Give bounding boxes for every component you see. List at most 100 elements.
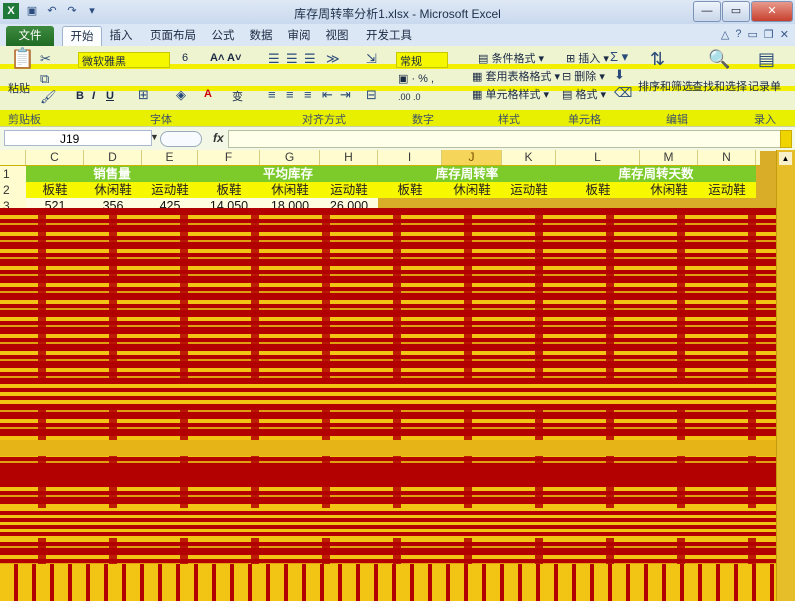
name-box[interactable]: J19 xyxy=(4,130,152,146)
minimize-ribbon-icon[interactable]: △ xyxy=(721,28,729,41)
cell-l2[interactable]: 板鞋 xyxy=(556,182,640,198)
cut-icon[interactable]: ✂ xyxy=(40,52,51,66)
insert-cells-button[interactable]: ⊞ 插入 ▾ xyxy=(566,50,609,66)
font-size-box[interactable]: 6 xyxy=(182,52,188,64)
paste-label[interactable]: 粘贴 xyxy=(8,80,30,96)
record-form-icon[interactable]: ▤ xyxy=(758,50,775,68)
fill-icon[interactable]: ⬇ xyxy=(614,68,625,82)
cell-j2[interactable]: 休闲鞋 xyxy=(442,182,502,198)
clear-icon[interactable]: ⌫ xyxy=(614,86,632,100)
font-name-box[interactable]: 微软雅黑 xyxy=(78,52,170,68)
maximize-button[interactable]: ▭ xyxy=(722,1,750,22)
cell-m2[interactable]: 休闲鞋 xyxy=(640,182,698,198)
cell-style-button[interactable]: ▦ 单元格样式 ▾ xyxy=(472,86,549,102)
tab-page-layout[interactable]: 页面布局 xyxy=(144,26,202,46)
expand-formula-bar-icon[interactable] xyxy=(780,130,792,148)
wrap-text-icon[interactable]: ⇲ xyxy=(366,52,377,66)
cell-c2[interactable]: 板鞋 xyxy=(26,182,84,198)
vertical-scrollbar[interactable]: ▲ xyxy=(776,150,795,601)
column-header-g[interactable]: G xyxy=(260,150,320,165)
align-right-icon[interactable]: ≡ xyxy=(304,88,312,102)
help-icon[interactable]: ? xyxy=(735,28,741,41)
window-restore-icon[interactable]: ❐ xyxy=(764,28,774,41)
tab-home[interactable]: 开始 xyxy=(62,26,102,47)
header-turnover-days[interactable]: 库存周转天数 xyxy=(556,166,756,182)
column-header-j[interactable]: J xyxy=(442,150,502,165)
window-close-icon[interactable]: ✕ xyxy=(780,28,789,41)
underline-button[interactable]: U xyxy=(106,90,114,102)
tab-insert[interactable]: 插入 xyxy=(104,26,138,46)
row-header-1[interactable]: 1 xyxy=(0,166,26,182)
minimize-button[interactable]: — xyxy=(693,1,721,22)
borders-icon[interactable]: ⊞ xyxy=(138,88,149,102)
close-button[interactable]: ✕ xyxy=(751,1,793,22)
orientation-icon[interactable]: ≫ xyxy=(326,52,340,66)
column-header-d[interactable]: D xyxy=(84,150,142,165)
conditional-format-button[interactable]: ▤ 条件格式 ▾ xyxy=(478,50,544,66)
format-cells-button[interactable]: ▤ 格式 ▾ xyxy=(562,86,606,102)
align-left-icon[interactable]: ≡ xyxy=(268,88,276,102)
number-format-box[interactable]: 常规 xyxy=(396,52,448,68)
copy-icon[interactable]: ⧉ xyxy=(40,72,49,86)
italic-button[interactable]: I xyxy=(92,90,95,102)
cell-f2[interactable]: 板鞋 xyxy=(198,182,260,198)
align-top-icon[interactable]: ☰ xyxy=(268,52,280,66)
column-header-n[interactable]: N xyxy=(698,150,756,165)
tab-review[interactable]: 审阅 xyxy=(282,26,316,46)
tab-formulas[interactable]: 公式 xyxy=(206,26,240,46)
header-inventory-turnover[interactable]: 库存周转率 xyxy=(378,166,556,182)
row-header-2[interactable]: 2 xyxy=(0,182,26,198)
cell-i2[interactable]: 板鞋 xyxy=(378,182,442,198)
font-color-icon[interactable]: A xyxy=(204,88,212,100)
align-center-icon[interactable]: ≡ xyxy=(286,88,294,102)
column-header-e[interactable]: E xyxy=(142,150,198,165)
insert-function-icon[interactable]: fx xyxy=(213,131,224,145)
autosum-icon[interactable]: Σ ▾ xyxy=(610,50,628,64)
format-painter-icon[interactable]: 🖌 xyxy=(40,90,57,104)
paste-icon[interactable]: 📋 xyxy=(10,49,35,69)
table-format-button[interactable]: ▦ 套用表格格式 ▾ xyxy=(472,68,560,84)
column-header-c[interactable]: C xyxy=(26,150,84,165)
tab-developer[interactable]: 开发工具 xyxy=(362,26,416,46)
percent-style-icon[interactable]: ▣ · % , xyxy=(398,72,434,85)
bold-button[interactable]: B xyxy=(76,90,84,102)
select-all-corner[interactable] xyxy=(0,150,26,165)
name-box-dropdown-icon[interactable]: ▼ xyxy=(150,132,159,142)
cell-k2[interactable]: 运动鞋 xyxy=(502,182,556,198)
column-header-m[interactable]: M xyxy=(640,150,698,165)
grow-font-icon[interactable]: A˄ A˅ xyxy=(210,52,241,64)
column-header-i[interactable]: I xyxy=(378,150,442,165)
column-header-k[interactable]: K xyxy=(502,150,556,165)
cell-g2[interactable]: 休闲鞋 xyxy=(260,182,320,198)
phonetic-icon[interactable]: 变 xyxy=(232,88,243,104)
column-header-f[interactable]: F xyxy=(198,150,260,165)
cell-d2[interactable]: 休闲鞋 xyxy=(84,182,142,198)
record-form-label[interactable]: 记录单 xyxy=(748,78,781,94)
cell-n2[interactable]: 运动鞋 xyxy=(698,182,756,198)
column-header-l[interactable]: L xyxy=(556,150,640,165)
find-select-label[interactable]: 查找和选择 xyxy=(692,78,747,94)
tab-file[interactable]: 文件 xyxy=(6,26,54,46)
sort-filter-icon[interactable]: ⇅ xyxy=(650,50,665,68)
sort-filter-label[interactable]: 排序和筛选 xyxy=(638,78,693,94)
header-average-inventory[interactable]: 平均库存 xyxy=(198,166,378,182)
increase-indent-icon[interactable]: ⇥ xyxy=(340,88,351,102)
find-select-icon[interactable]: 🔍 xyxy=(708,50,730,68)
cell-h2[interactable]: 运动鞋 xyxy=(320,182,378,198)
tab-view[interactable]: 视图 xyxy=(320,26,354,46)
cell-e2[interactable]: 运动鞋 xyxy=(142,182,198,198)
decrease-indent-icon[interactable]: ⇤ xyxy=(322,88,333,102)
corrupted-render-area xyxy=(0,208,777,601)
column-header-h[interactable]: H xyxy=(320,150,378,165)
align-middle-icon[interactable]: ☰ xyxy=(286,52,298,66)
tab-data[interactable]: 数据 xyxy=(244,26,278,46)
align-bottom-icon[interactable]: ☰ xyxy=(304,52,316,66)
scroll-up-icon[interactable]: ▲ xyxy=(779,152,792,165)
window-minimize-icon[interactable]: ▭ xyxy=(748,28,758,41)
decimal-places-icon[interactable]: .00 .0 xyxy=(398,92,421,102)
header-sales-volume[interactable]: 销售量 xyxy=(26,166,198,182)
delete-cells-button[interactable]: ⊟ 删除 ▾ xyxy=(562,68,605,84)
fill-color-icon[interactable]: ◈ xyxy=(176,88,186,102)
merge-center-icon[interactable]: ⊟ xyxy=(366,88,377,102)
formula-input[interactable] xyxy=(228,130,781,148)
